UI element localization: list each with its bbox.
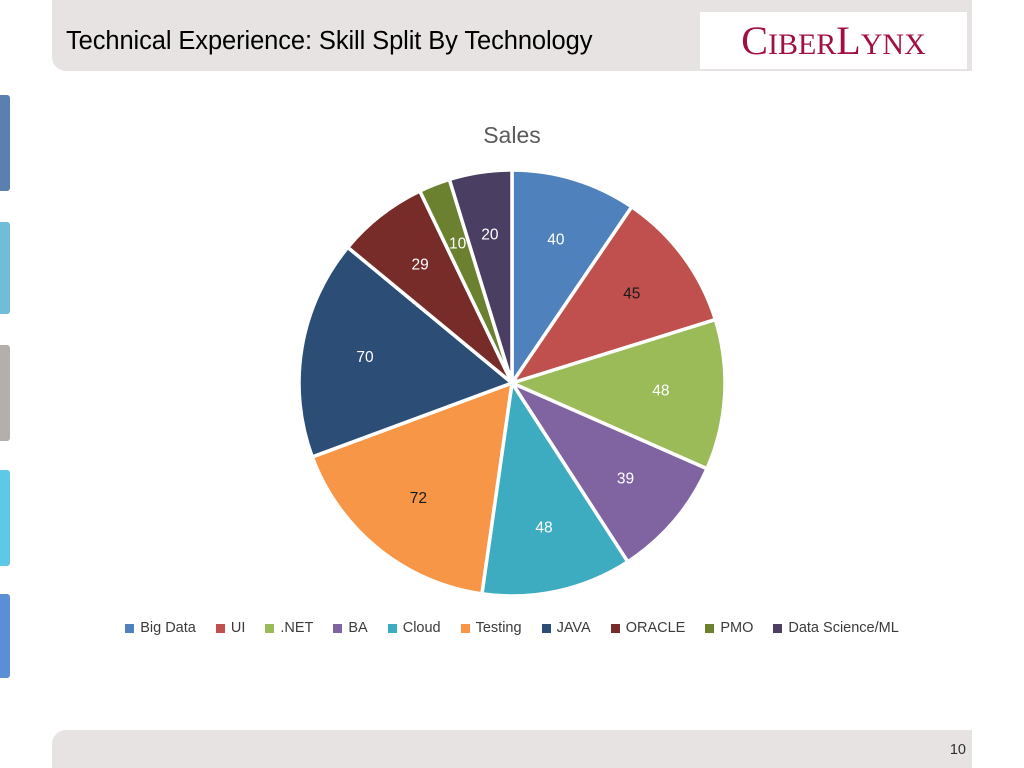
legend-item-big-data[interactable]: Big Data <box>125 620 196 636</box>
legend-item-cloud[interactable]: Cloud <box>387 620 441 636</box>
pie-label-data-science-ml: 20 <box>481 227 499 244</box>
page-title: Technical Experience: Skill Split By Tec… <box>66 27 593 55</box>
legend-item-ui[interactable]: UI <box>215 620 246 636</box>
legend-label-cloud: Cloud <box>402 620 441 636</box>
legend-label-ba: BA <box>348 620 368 636</box>
pie-slice-data-science-ml <box>447 168 514 385</box>
legend-swatch-pmo <box>705 623 715 633</box>
legend-swatch-testing <box>460 623 470 633</box>
legend-label-oracle: ORACLE <box>625 620 686 636</box>
pie-slice-java <box>297 245 514 459</box>
logo-text-c: C <box>741 17 768 63</box>
logo-text-iber: IBER <box>767 27 837 61</box>
pie-slice-testing <box>310 381 514 596</box>
pie-slice-ui <box>510 205 718 385</box>
legend-label-ui: UI <box>230 620 246 636</box>
pie-slice-cloud <box>480 381 630 598</box>
legend-item--net[interactable]: .NET <box>265 620 313 636</box>
pie-chart: 40 45 48 39 48 72 70 29 10 20 <box>297 168 727 598</box>
pie-label-oracle: 29 <box>411 257 428 274</box>
page-number: 10 <box>949 742 966 758</box>
pie-slice-oracle <box>346 189 514 385</box>
legend-item-data-science-ml[interactable]: Data Science/ML <box>773 620 899 636</box>
side-accent-2 <box>0 222 10 314</box>
logo-text: CIBERLYNX <box>741 17 926 63</box>
legend-item-oracle[interactable]: ORACLE <box>610 620 686 636</box>
pie-label-testing: 72 <box>410 490 427 507</box>
legend-swatch-ba <box>333 623 343 633</box>
chart-title: Sales <box>483 122 541 148</box>
legend-swatch-oracle <box>610 623 620 633</box>
pie-label-cloud: 48 <box>535 520 552 537</box>
legend-item-pmo[interactable]: PMO <box>705 620 753 636</box>
legend-label-data-science-ml: Data Science/ML <box>788 620 899 636</box>
legend-swatch-java <box>541 623 551 633</box>
chart-legend: Big Data UI .NET BA Cloud Testing JAVA ORACLE PM… <box>0 620 1024 636</box>
legend-label-testing: Testing <box>475 620 522 636</box>
legend-swatch-ui <box>215 623 225 633</box>
side-accent-3 <box>0 345 10 441</box>
legend-swatch--net <box>265 623 275 633</box>
legend-item-ba[interactable]: BA <box>333 620 368 636</box>
pie-slice-pmo <box>418 177 514 385</box>
logo-text-ynx: YNX <box>860 27 926 61</box>
legend-swatch-big-data <box>125 623 135 633</box>
legend-item-testing[interactable]: Testing <box>460 620 522 636</box>
pie-label--net: 48 <box>652 382 669 399</box>
legend-item-java[interactable]: JAVA <box>541 620 591 636</box>
legend-label-pmo: PMO <box>720 620 754 636</box>
side-accent-4 <box>0 470 10 566</box>
pie-slice-ba <box>510 381 709 564</box>
side-accent-5 <box>0 594 10 678</box>
legend-swatch-cloud <box>387 623 397 633</box>
legend-label-big-data: Big Data <box>140 620 196 636</box>
pie-slice--net <box>510 317 727 471</box>
slide-footer-bar <box>52 730 972 768</box>
pie-slice-big-data <box>510 168 634 385</box>
pie-label-ui: 45 <box>623 285 640 302</box>
pie-label-java: 70 <box>356 349 374 366</box>
pie-label-big-data: 40 <box>547 232 565 249</box>
company-logo: CIBERLYNX <box>700 12 967 69</box>
pie-label-ba: 39 <box>617 471 634 488</box>
legend-swatch-data-science-ml <box>773 623 783 633</box>
legend-label-java: JAVA <box>556 620 591 636</box>
logo-text-l: L <box>836 17 861 63</box>
legend-label--net: .NET <box>280 620 314 636</box>
pie-label-pmo: 10 <box>449 235 467 252</box>
